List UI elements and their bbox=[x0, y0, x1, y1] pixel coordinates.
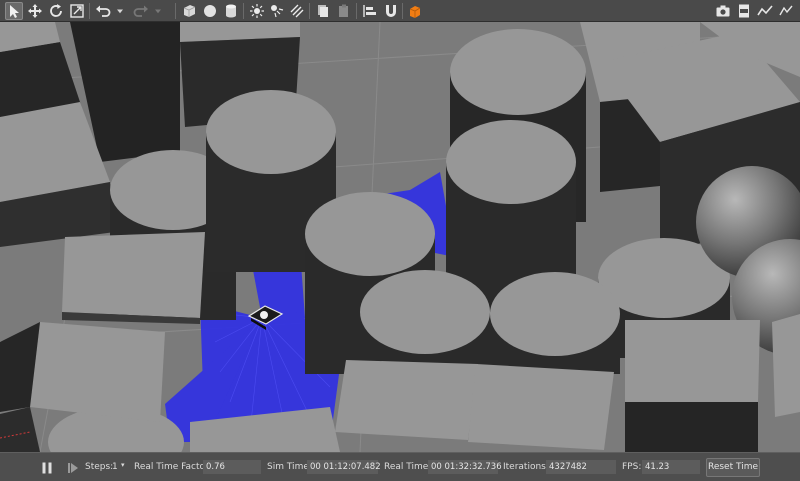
sim-time-label: Sim Time: bbox=[267, 462, 312, 472]
undo-history-icon[interactable] bbox=[114, 2, 126, 20]
log-data-icon[interactable] bbox=[735, 2, 753, 20]
pause-icon[interactable] bbox=[38, 459, 56, 477]
toolbar-separator bbox=[243, 3, 244, 19]
real-time-factor-value: 0.76 bbox=[203, 460, 261, 474]
scale-mode-icon[interactable] bbox=[68, 2, 86, 20]
plot-icon[interactable] bbox=[756, 2, 774, 20]
change-view-icon[interactable] bbox=[406, 2, 424, 20]
copy-icon[interactable] bbox=[314, 2, 332, 20]
cylinder-shape-icon[interactable] bbox=[222, 2, 240, 20]
real-time-label: Real Time: bbox=[384, 462, 432, 472]
select-mode-icon[interactable] bbox=[5, 2, 23, 20]
reset-time-button[interactable]: Reset Time bbox=[706, 458, 760, 477]
directional-light-icon[interactable] bbox=[288, 2, 306, 20]
redo-history-icon[interactable] bbox=[152, 2, 164, 20]
real-time-factor-label: Real Time Factor: bbox=[134, 462, 212, 472]
redo-icon[interactable] bbox=[132, 2, 150, 20]
fps-value: 41.23 bbox=[642, 460, 700, 474]
toolbar-separator bbox=[309, 3, 310, 19]
iterations-label: Iterations: bbox=[503, 462, 549, 472]
toolbar-separator bbox=[89, 3, 90, 19]
status-bar: Steps: 1 ▾ Real Time Factor: 0.76 Sim Ti… bbox=[0, 452, 800, 481]
toolbar-separator bbox=[402, 3, 403, 19]
rotate-mode-icon[interactable] bbox=[47, 2, 65, 20]
steps-value[interactable]: 1 bbox=[112, 462, 118, 472]
fps-label: FPS: bbox=[622, 462, 642, 472]
steps-spinner-icon[interactable]: ▾ bbox=[121, 461, 125, 469]
screenshot-icon[interactable] bbox=[714, 2, 732, 20]
toolbar-separator bbox=[356, 3, 357, 19]
toolbar bbox=[0, 0, 800, 22]
step-forward-icon[interactable] bbox=[64, 459, 82, 477]
toolbar-separator bbox=[175, 3, 176, 19]
scene-viewport[interactable] bbox=[0, 22, 800, 452]
toolbar-overflow-icon[interactable] bbox=[777, 2, 795, 20]
sphere-shape-icon[interactable] bbox=[201, 2, 219, 20]
snap-icon[interactable] bbox=[382, 2, 400, 20]
iterations-value: 4327482 bbox=[546, 460, 616, 474]
align-icon[interactable] bbox=[361, 2, 379, 20]
steps-label: Steps: bbox=[85, 462, 114, 472]
point-light-icon[interactable] bbox=[248, 2, 266, 20]
translate-mode-icon[interactable] bbox=[26, 2, 44, 20]
spot-light-icon[interactable] bbox=[268, 2, 286, 20]
paste-icon[interactable] bbox=[335, 2, 353, 20]
box-shape-icon[interactable] bbox=[180, 2, 198, 20]
real-time-value: 00 01:32:32.736 bbox=[428, 460, 502, 474]
undo-icon[interactable] bbox=[94, 2, 112, 20]
sim-time-value: 00 01:12:07.482 bbox=[307, 460, 381, 474]
